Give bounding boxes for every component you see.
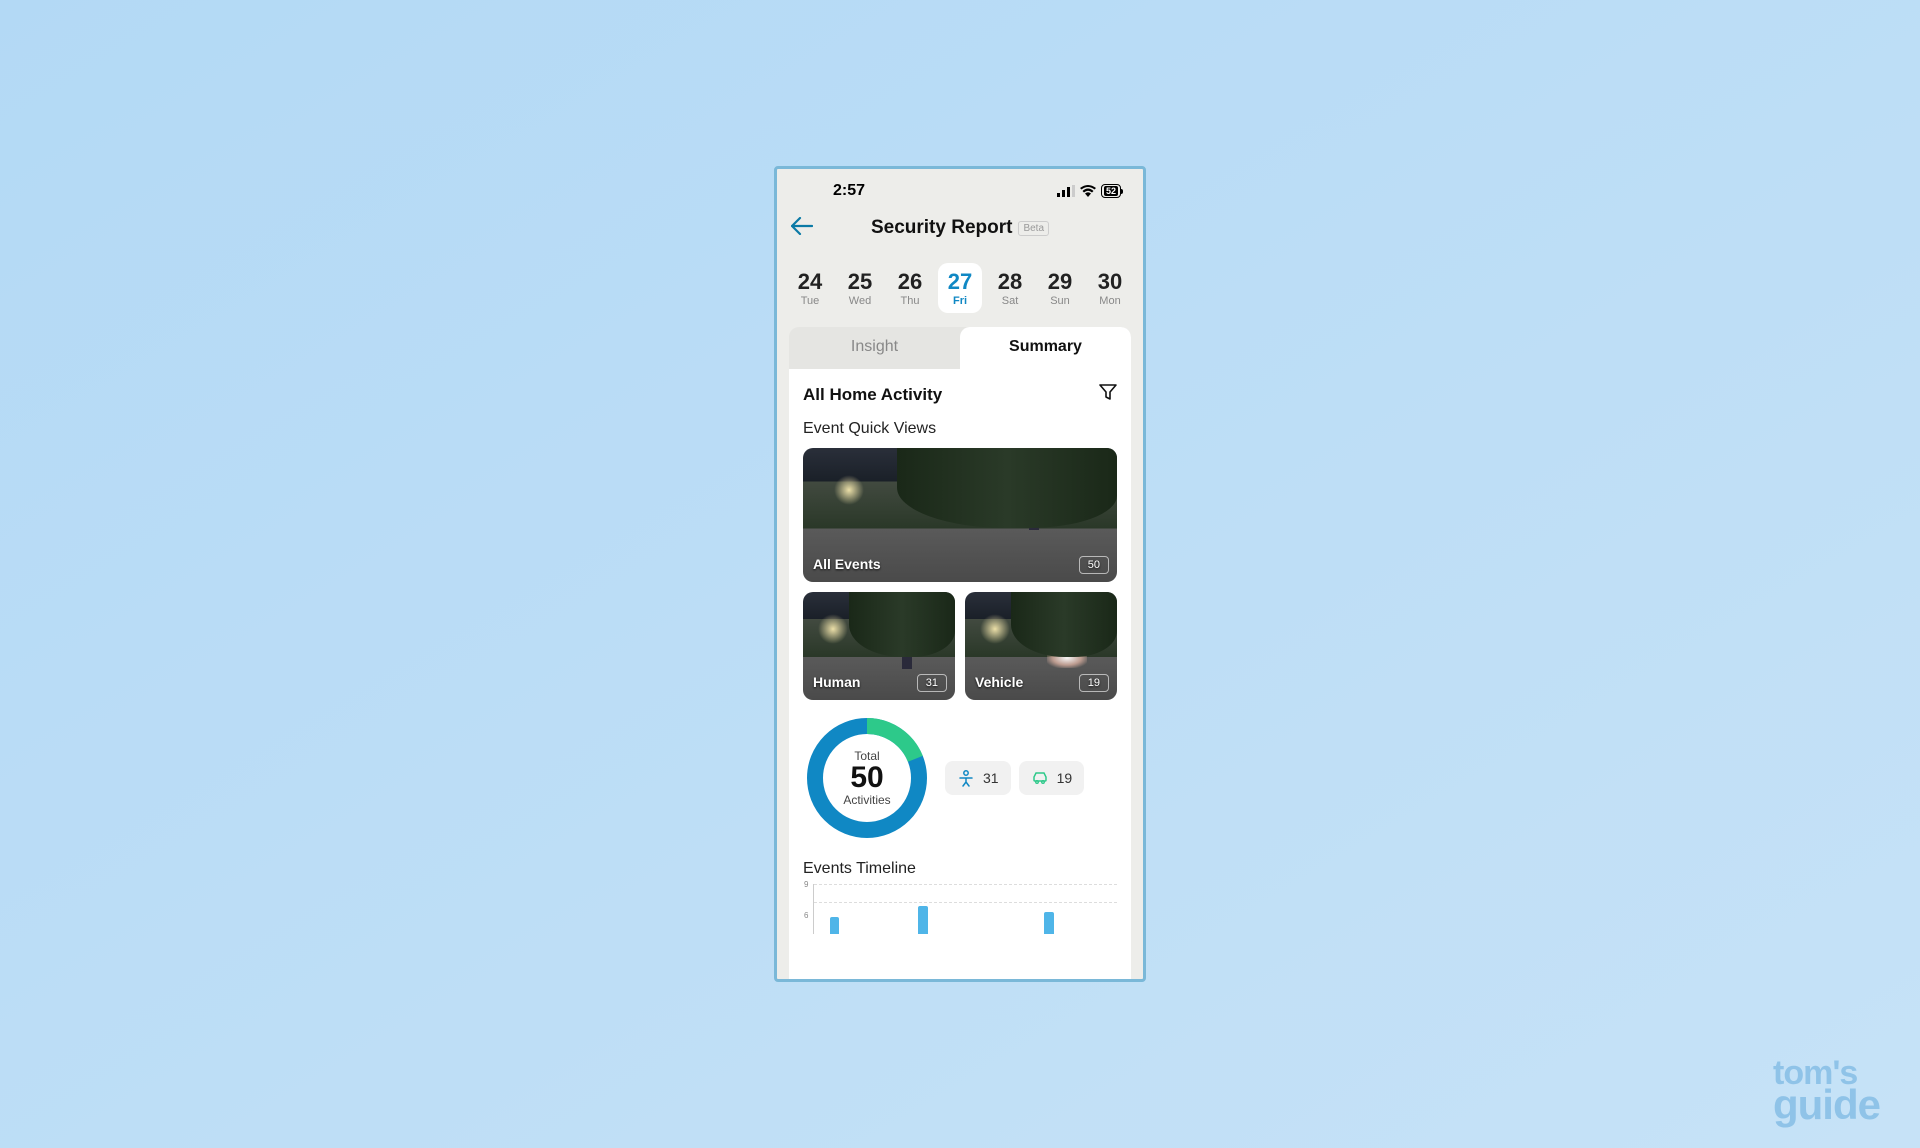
page-title: Security Report xyxy=(871,217,1012,239)
status-icons: 52 xyxy=(1057,184,1121,198)
watermark-logo: tom's guide xyxy=(1773,1060,1880,1122)
chip-count: 19 xyxy=(1057,770,1073,786)
tab-row: Insight Summary xyxy=(789,327,1131,369)
timeline-bar xyxy=(830,917,840,934)
tab-summary[interactable]: Summary xyxy=(960,327,1131,369)
cellular-icon xyxy=(1057,185,1075,197)
donut-value: 50 xyxy=(843,763,890,793)
y-tick-6: 6 xyxy=(804,911,808,920)
timeline-bar xyxy=(1044,912,1054,934)
date-item-26[interactable]: 26Thu xyxy=(888,263,932,313)
donut-row: Total 50 Activities 31 19 xyxy=(803,714,1117,842)
section-head: All Home Activity xyxy=(803,383,1117,406)
header-title-wrap: Security Report Beta xyxy=(871,217,1049,239)
quick-views-title: Event Quick Views xyxy=(803,420,1117,438)
y-tick-9: 9 xyxy=(804,880,808,889)
timeline-chart: 9 6 xyxy=(813,884,1117,934)
timeline-title: Events Timeline xyxy=(803,860,1117,878)
date-item-24[interactable]: 24Tue xyxy=(788,263,832,313)
event-count-badge: 31 xyxy=(917,674,947,692)
phone-frame: 2:57 52 Security Report Beta 24Tue 25Wed… xyxy=(774,166,1146,982)
status-bar: 2:57 52 xyxy=(777,169,1143,209)
event-row: Human 31 Vehicle 19 xyxy=(803,592,1117,700)
wifi-icon xyxy=(1080,185,1096,197)
date-item-30[interactable]: 30Mon xyxy=(1088,263,1132,313)
status-time: 2:57 xyxy=(833,182,865,200)
date-item-25[interactable]: 25Wed xyxy=(838,263,882,313)
date-item-29[interactable]: 29Sun xyxy=(1038,263,1082,313)
chip-row: 31 19 xyxy=(945,761,1084,795)
car-icon xyxy=(1031,769,1049,787)
beta-badge: Beta xyxy=(1018,221,1049,236)
chip-vehicle[interactable]: 19 xyxy=(1019,761,1085,795)
event-label: Vehicle xyxy=(975,674,1023,690)
filter-icon[interactable] xyxy=(1099,383,1117,406)
event-label: Human xyxy=(813,674,860,690)
date-item-28[interactable]: 28Sat xyxy=(988,263,1032,313)
section-title: All Home Activity xyxy=(803,385,942,405)
date-item-27[interactable]: 27Fri xyxy=(938,263,982,313)
back-arrow-icon[interactable] xyxy=(791,215,813,241)
event-count-badge: 19 xyxy=(1079,674,1109,692)
event-card-human[interactable]: Human 31 xyxy=(803,592,955,700)
chip-count: 31 xyxy=(983,770,999,786)
tab-insight[interactable]: Insight xyxy=(789,327,960,369)
chip-human[interactable]: 31 xyxy=(945,761,1011,795)
timeline-bars xyxy=(814,884,1117,934)
donut-bottom-label: Activities xyxy=(843,793,890,807)
person-icon xyxy=(957,769,975,787)
content-panel: All Home Activity Event Quick Views All … xyxy=(789,369,1131,982)
activity-donut-chart: Total 50 Activities xyxy=(803,714,931,842)
event-count-badge: 50 xyxy=(1079,556,1109,574)
event-card-vehicle[interactable]: Vehicle 19 xyxy=(965,592,1117,700)
battery-icon: 52 xyxy=(1101,184,1121,198)
event-label: All Events xyxy=(813,556,881,572)
event-card-all[interactable]: All Events 50 xyxy=(803,448,1117,582)
timeline-bar xyxy=(918,906,928,934)
header: Security Report Beta xyxy=(777,209,1143,255)
date-picker-row: 24Tue 25Wed 26Thu 27Fri 28Sat 29Sun 30Mo… xyxy=(777,255,1143,327)
